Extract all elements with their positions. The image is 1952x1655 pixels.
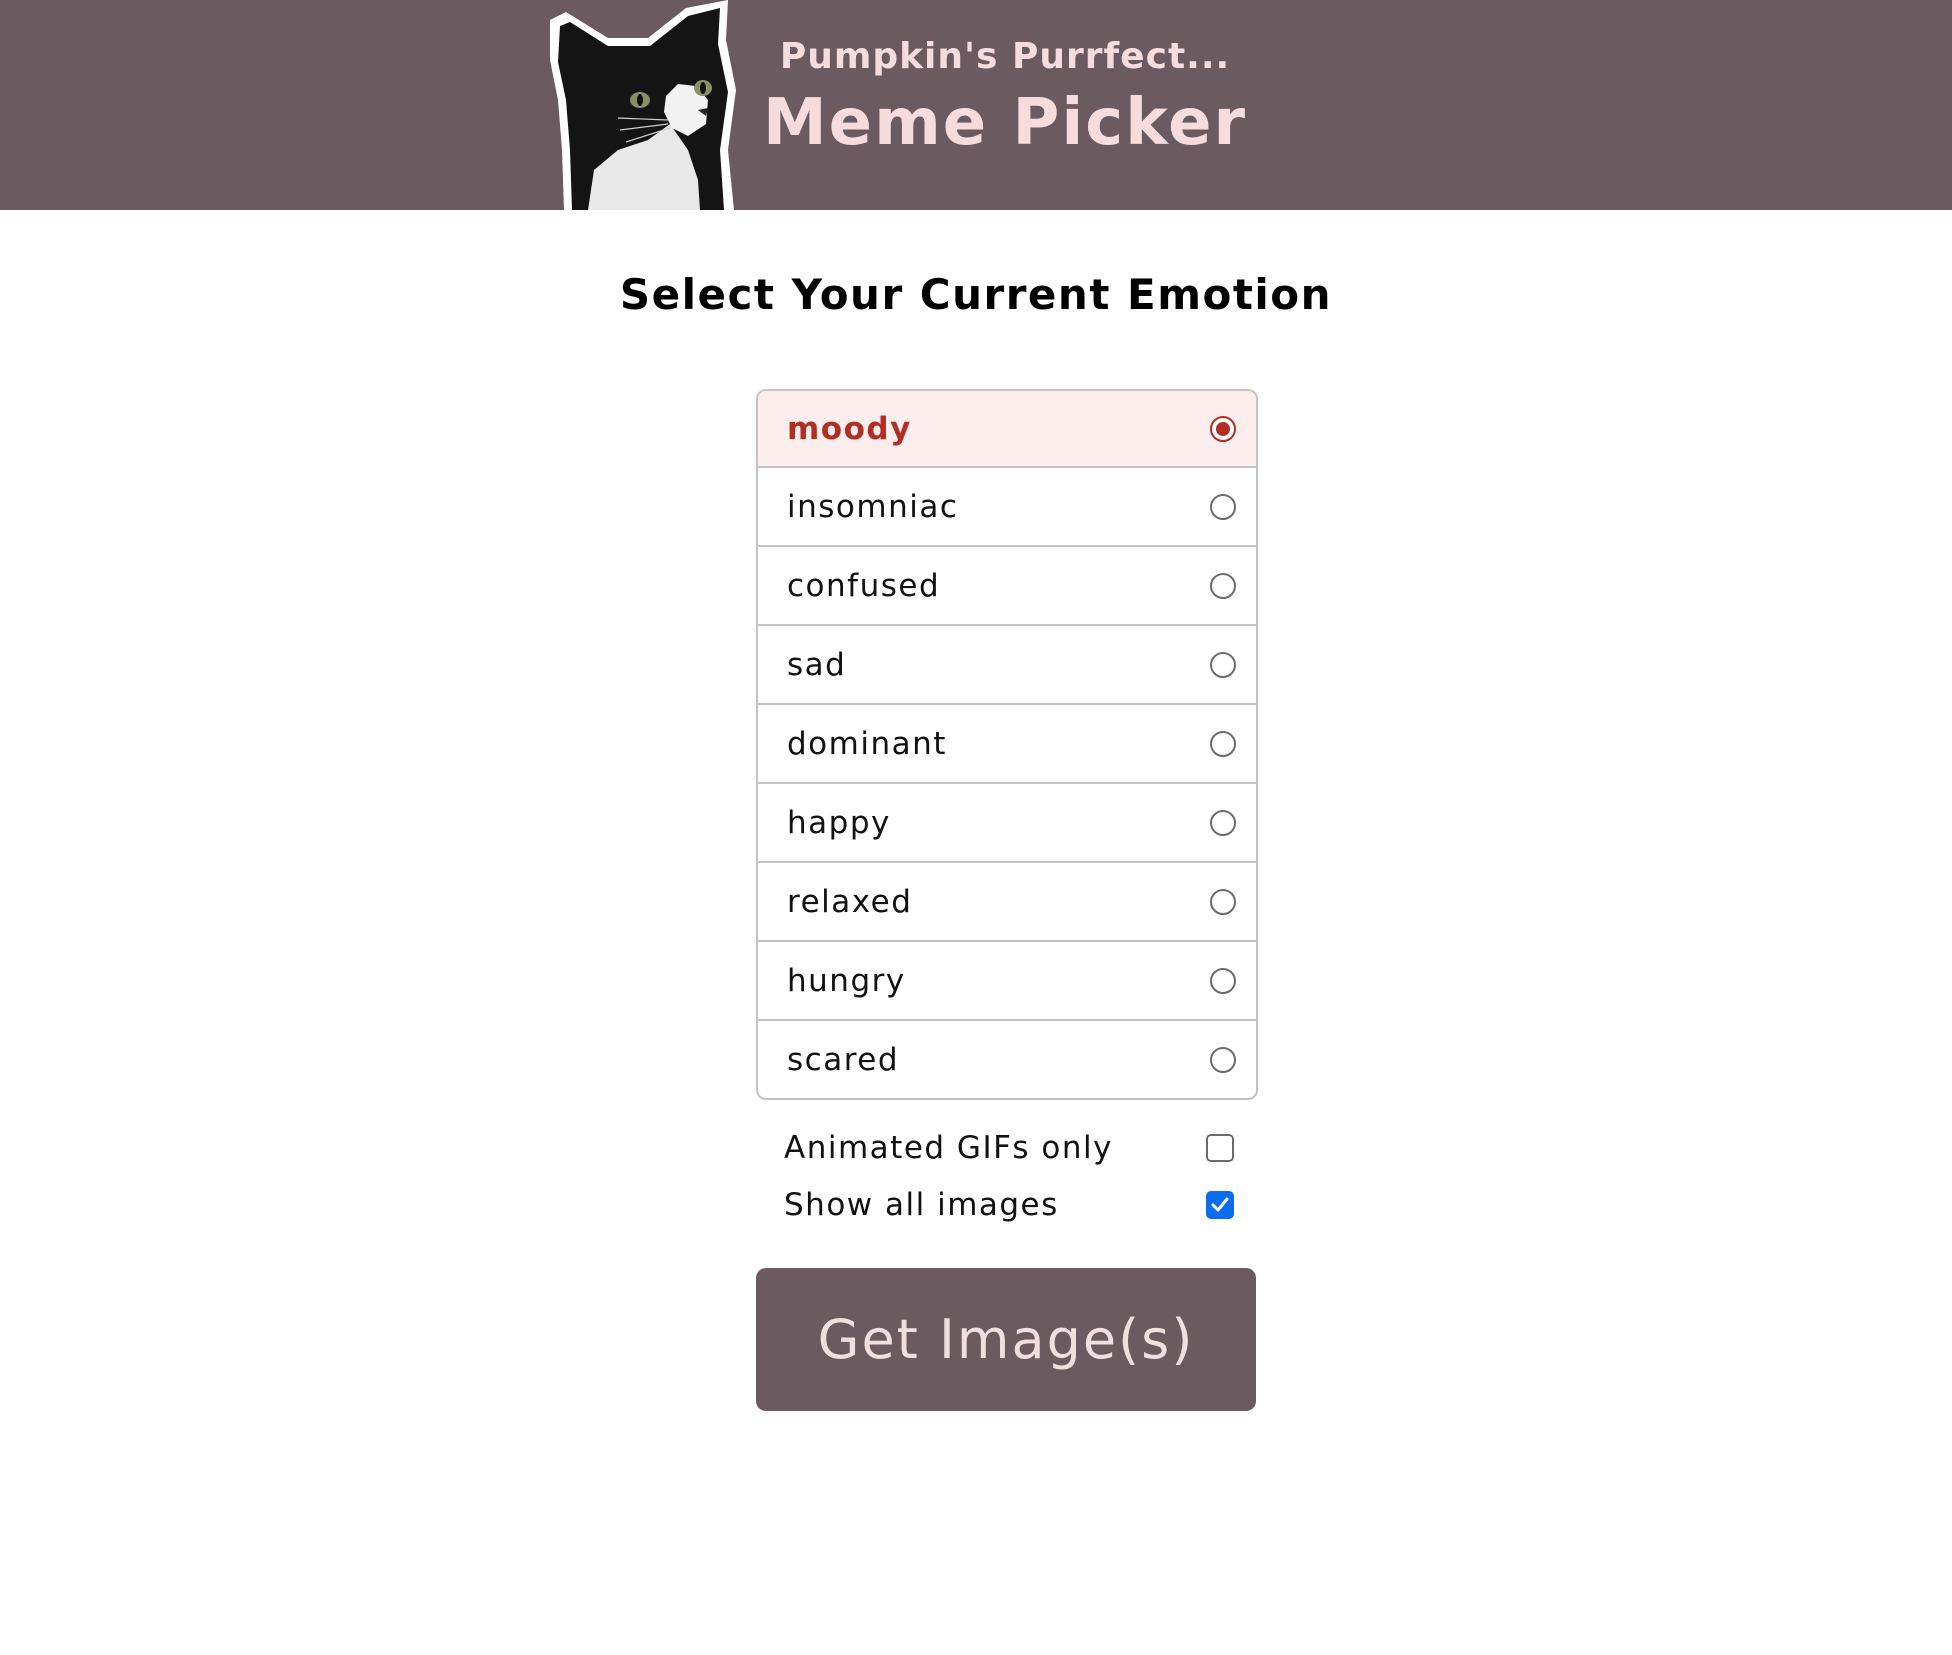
show-all-images-option[interactable]: Show all images (784, 1180, 1236, 1230)
radio-button[interactable] (1210, 572, 1236, 599)
show-all-images-label: Show all images (784, 1187, 1059, 1223)
radio-button[interactable] (1210, 730, 1236, 757)
animated-gifs-checkbox[interactable] (1206, 1134, 1234, 1162)
emotion-radio-list: moody insomniac confused sad dominant ha… (756, 389, 1258, 1100)
emotion-label: dominant (787, 725, 947, 762)
show-all-images-checkbox[interactable] (1206, 1191, 1234, 1219)
radio-button[interactable] (1210, 493, 1236, 520)
emotion-option-scared[interactable]: scared (758, 1019, 1256, 1098)
emotion-label: happy (787, 804, 891, 841)
emotion-label: moody (787, 410, 912, 447)
emotion-option-dominant[interactable]: dominant (758, 703, 1256, 782)
emotion-label: confused (787, 567, 941, 604)
radio-button[interactable] (1210, 809, 1236, 836)
radio-button[interactable] (1210, 1046, 1236, 1073)
site-subtitle: Pumpkin's Purrfect... (779, 36, 1231, 77)
emotion-label: relaxed (787, 883, 913, 920)
emotion-option-happy[interactable]: happy (758, 782, 1256, 861)
emotion-option-relaxed[interactable]: relaxed (758, 861, 1256, 940)
emotion-option-sad[interactable]: sad (758, 624, 1256, 703)
animated-gifs-option[interactable]: Animated GIFs only (784, 1123, 1236, 1173)
get-images-button[interactable]: Get Image(s) (756, 1268, 1256, 1411)
emotion-label: insomniac (787, 488, 959, 525)
radio-button[interactable] (1210, 888, 1236, 915)
emotion-label: sad (787, 646, 847, 683)
radio-button[interactable] (1210, 415, 1236, 442)
emotion-option-moody[interactable]: moody (758, 391, 1256, 466)
emotion-option-confused[interactable]: confused (758, 545, 1256, 624)
radio-button[interactable] (1210, 967, 1236, 994)
animated-gifs-label: Animated GIFs only (784, 1130, 1113, 1166)
page-heading: Select Your Current Emotion (619, 270, 1333, 319)
emotion-label: hungry (787, 962, 906, 999)
site-title: Meme Picker (762, 86, 1248, 160)
emotion-label: scared (787, 1041, 900, 1078)
emotion-option-hungry[interactable]: hungry (758, 940, 1256, 1019)
site-header: Pumpkin's Purrfect... Meme Picker (0, 0, 1952, 210)
radio-button[interactable] (1210, 651, 1236, 678)
emotion-option-insomniac[interactable]: insomniac (758, 466, 1256, 545)
checkmark-icon (1211, 1197, 1229, 1212)
